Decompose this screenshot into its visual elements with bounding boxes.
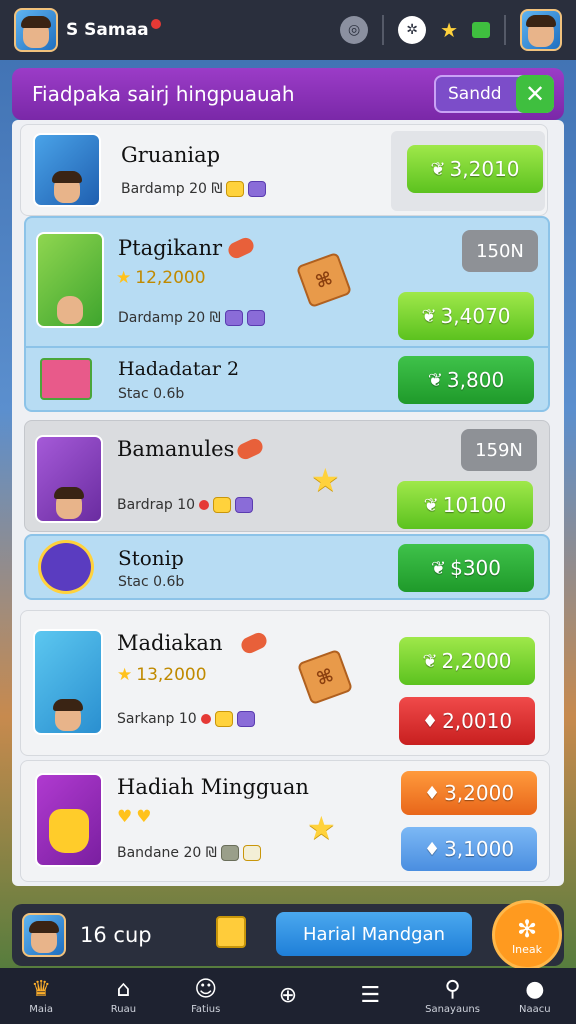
nav-item-profile[interactable]: ● Naacu xyxy=(494,968,576,1024)
price-button[interactable]: ❦ 3,4070 xyxy=(398,292,534,340)
price-button[interactable]: ♦ 3,2000 xyxy=(401,771,537,815)
list-item[interactable]: Madiakan ★ 13,2000 Sarkanp 10 ⌘ ❦ 2,2000 ♦… xyxy=(20,610,550,756)
item-name: Stonip xyxy=(118,546,184,570)
item-subtitle: Dardamp 20 ₪ xyxy=(118,310,265,326)
item-rating: ♥ ♥ xyxy=(117,807,152,827)
chat-icon[interactable] xyxy=(472,22,490,38)
star-icon: ★ xyxy=(307,809,336,847)
app-title: S Samaa xyxy=(66,20,149,40)
player-avatar[interactable] xyxy=(22,913,66,957)
tile-icon: ⌘ xyxy=(296,648,354,706)
cta-button[interactable]: Harial Mandgan xyxy=(276,912,472,956)
profile-avatar[interactable] xyxy=(14,8,58,52)
item-subtitle: Stac 0.6b xyxy=(118,386,185,402)
divider xyxy=(504,15,506,45)
item-thumbnail xyxy=(38,540,94,594)
item-thumbnail xyxy=(35,773,103,867)
leaf-icon: ❦ xyxy=(427,369,443,391)
item-subtitle: Stac 0.6b xyxy=(118,574,185,590)
list-item[interactable]: Gruaniap Bardamp 20 ₪ ❦ 3,2010 xyxy=(20,124,548,216)
friend-avatar[interactable] xyxy=(520,9,562,51)
item-name: Hadiah Mingguan xyxy=(117,775,309,799)
action-circle-button[interactable]: ✻ Ineak xyxy=(492,900,562,970)
item-subtitle: Bandane 20 ₪ xyxy=(117,845,261,861)
gold-gem-icon xyxy=(226,181,245,197)
settings-icon[interactable]: ✲ xyxy=(398,16,427,44)
price-button[interactable]: ❦ 2,2000 xyxy=(399,637,535,685)
price-button-alt[interactable]: ♦ 3,1000 xyxy=(401,827,537,871)
nav-item-main[interactable]: ♛ Maia xyxy=(0,968,82,1024)
gem-icon: ♦ xyxy=(421,710,439,732)
nav-item-home[interactable]: ⌂ Ruau xyxy=(82,968,164,1024)
item-rating: ★ 12,2000 xyxy=(116,268,206,288)
item-subtitle: Bardrap 10 xyxy=(117,497,254,513)
list-item[interactable]: Hadiah Mingguan ♥ ♥ Bandane 20 ₪ ★ ♦ 3,200… xyxy=(20,760,550,882)
search-icon: ⚲ xyxy=(444,976,461,1002)
menu-icon: ☰ xyxy=(360,983,381,1008)
item-name: Madiakan xyxy=(117,631,223,655)
shop-list: Gruaniap Bardamp 20 ₪ ❦ 3,2010 Ptagikanr … xyxy=(12,120,564,886)
gem-icon: ♦ xyxy=(423,782,441,804)
send-button[interactable]: Sandd ✕ xyxy=(434,75,554,113)
list-item-group: Ptagikanr ★ 12,2000 Dardamp 20 ₪ ⌘ 150N ❦… xyxy=(24,216,550,412)
nav-item-menu[interactable]: ☰ xyxy=(329,968,411,1024)
item-name: Gruaniap xyxy=(121,143,221,167)
discount-pill: 150N xyxy=(462,230,538,272)
item-thumbnail xyxy=(33,133,101,207)
nav-item-search[interactable]: ⚲ Sanayauns xyxy=(411,968,493,1024)
candy-icon xyxy=(234,436,266,462)
price-button[interactable]: ❦ $300 xyxy=(398,544,534,592)
home-icon: ⌂ xyxy=(116,976,131,1002)
item-name: Ptagikanr xyxy=(118,236,223,260)
price-button[interactable]: ❦ 3,800 xyxy=(398,356,534,404)
nav-item-friends[interactable]: ☺ Fatius xyxy=(165,968,247,1024)
price-button[interactable]: ❦ 3,2010 xyxy=(407,145,543,193)
leaf-icon: ❦ xyxy=(431,557,447,579)
discount-pill: 159N xyxy=(461,429,537,471)
divider xyxy=(382,15,385,45)
tile-icon: ⌘ xyxy=(295,251,353,309)
shop-header: Fiadpaka sairj hingpuauah Sandd ✕ xyxy=(12,68,564,120)
list-item[interactable]: Bamanules Bardrap 10 ★ 159N ❦ 10100 xyxy=(24,420,550,532)
item-name: Bamanules xyxy=(117,437,235,461)
cup-count: 16 cup xyxy=(80,923,152,947)
gem-icon: ♦ xyxy=(423,838,441,860)
leaf-icon: ❦ xyxy=(421,305,437,327)
bottom-nav: ♛ Maia ⌂ Ruau ☺ Fatius ⊕ ☰ ⚲ Sanayauns ● Naac… xyxy=(0,968,576,1024)
leaf-icon: ❦ xyxy=(430,158,446,180)
star-icon: ★ xyxy=(311,461,340,499)
close-icon[interactable]: ✕ xyxy=(516,75,554,113)
price-button-alt[interactable]: ♦ 2,0010 xyxy=(399,697,535,745)
chest-icon[interactable] xyxy=(216,916,246,948)
compass-icon: ⊕ xyxy=(278,983,298,1008)
crown-icon: ♛ xyxy=(31,976,51,1002)
item-subtitle: Bardamp 20 ₪ xyxy=(121,181,267,197)
item-thumbnail xyxy=(33,629,103,735)
purple-gem-icon xyxy=(248,181,267,197)
gift-box-icon xyxy=(40,358,92,400)
star-icon: ★ xyxy=(440,18,458,42)
header-title: Fiadpaka sairj hingpuauah xyxy=(32,82,295,106)
nav-item-compass[interactable]: ⊕ xyxy=(247,968,329,1024)
bottom-strip: 16 cup Harial Mandgan ✻ Ineak xyxy=(12,900,564,970)
gear-icon: ✻ xyxy=(516,914,538,943)
candy-icon xyxy=(238,630,270,656)
leaf-icon: ❦ xyxy=(423,494,439,516)
smile-icon: ☺ xyxy=(194,976,218,1002)
notification-dot xyxy=(150,19,161,29)
item-rating: ★ 13,2000 xyxy=(117,665,207,685)
candy-icon xyxy=(225,235,257,261)
item-thumbnail xyxy=(35,435,103,523)
list-item[interactable]: Stonip Stac 0.6b ❦ $300 xyxy=(24,534,550,600)
send-label: Sandd xyxy=(448,84,502,104)
leaf-icon: ❦ xyxy=(422,650,438,672)
item-subtitle: Sarkanp 10 xyxy=(117,711,255,727)
price-button[interactable]: ❦ 10100 xyxy=(397,481,533,529)
user-icon: ● xyxy=(525,976,545,1002)
top-bar: S Samaa ◎ ✲ ★ xyxy=(0,0,576,60)
history-icon[interactable]: ◎ xyxy=(340,16,369,44)
item-thumbnail xyxy=(36,232,104,328)
item-name: Hadadatar 2 xyxy=(118,358,240,380)
